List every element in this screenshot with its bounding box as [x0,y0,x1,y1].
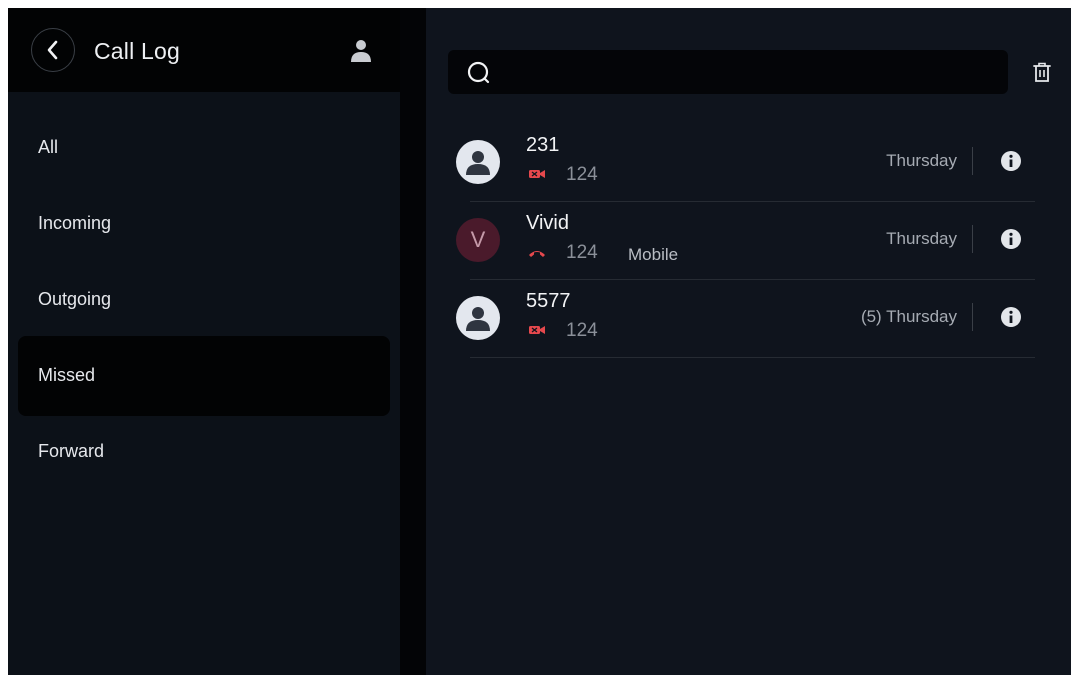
contact-name: 5577 [526,290,571,312]
delete-icon [1033,62,1051,82]
call-row[interactable]: 231 124 Thursday [426,124,1071,202]
divider [972,303,973,331]
info-icon[interactable] [1000,306,1022,328]
avatar [456,296,500,340]
pane-divider [400,8,426,675]
avatar [456,140,500,184]
contacts-button[interactable] [348,36,374,66]
filter-forward[interactable]: Forward [18,412,390,492]
filter-label: All [38,137,59,157]
search-icon [467,61,490,84]
avatar-letter: V [470,227,486,252]
call-time: Thursday [886,229,957,248]
person-icon [466,307,490,331]
missed-video-call-icon [529,170,545,178]
phone-number: 124 [566,242,598,263]
filter-all[interactable]: All [18,108,390,188]
call-time: Thursday [886,151,957,170]
contact-name: 231 [526,134,560,156]
call-row[interactable]: V Vivid 124 Mobile Thursday [426,202,1071,280]
divider [972,147,973,175]
number-label: Mobile [628,245,679,264]
phone-number: 124 [566,320,598,341]
missed-video-call-icon [529,326,545,334]
filter-label: Outgoing [38,289,112,309]
call-list-pane: 231 124 Thursday V Vivid 124 Mobile Thur… [426,8,1071,675]
call-log-screen: Call Log All Incoming Outgoing Missed Fo… [8,8,1071,675]
contact-name: Vivid [526,212,569,234]
search-input[interactable] [506,50,996,94]
filter-label: Missed [38,365,96,385]
contacts-icon [351,40,371,62]
filter-label: Forward [38,441,105,461]
call-time: (5) Thursday [860,307,957,326]
filter-incoming[interactable]: Incoming [18,184,390,264]
info-icon[interactable] [1000,228,1022,250]
sidebar: Call Log All Incoming Outgoing Missed Fo… [8,8,400,675]
back-button[interactable] [31,28,75,72]
filter-label: Incoming [38,213,112,233]
divider [972,225,973,253]
filter-outgoing[interactable]: Outgoing [18,260,390,340]
person-icon [466,151,490,175]
back-icon [47,40,58,60]
sidebar-header: Call Log [8,8,400,92]
filter-missed[interactable]: Missed [18,336,390,416]
phone-number: 124 [566,164,598,185]
missed-call-icon [529,251,545,257]
search-bar[interactable] [448,50,1008,94]
info-icon[interactable] [1000,150,1022,172]
row-divider [470,357,1035,358]
page-title: Call Log [94,38,180,64]
call-row[interactable]: 5577 124 (5) Thursday [426,280,1071,358]
delete-button[interactable] [1029,58,1055,86]
avatar: V [456,218,500,262]
